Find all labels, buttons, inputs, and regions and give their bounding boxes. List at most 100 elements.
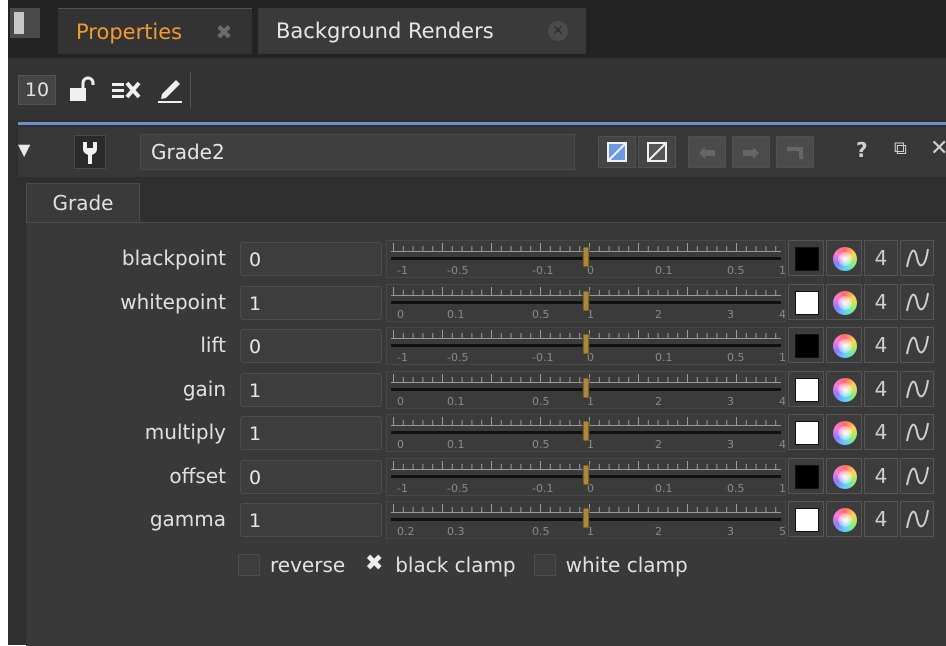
slider-tick-label: 0.1 (447, 308, 465, 321)
whitepoint-slider[interactable]: 0 0.1 0.5 1 2 3 4 (386, 284, 786, 322)
lift-slider[interactable]: -1 -0.5 -0.1 0 0.1 0.5 1 (386, 327, 786, 365)
slider-tick (579, 333, 581, 339)
slider-tick (598, 333, 600, 339)
slider-tick (598, 246, 600, 252)
slider-tick (432, 333, 434, 339)
pane-menu-icon[interactable] (10, 8, 40, 38)
slider-tick (628, 464, 630, 470)
max-panels-field[interactable]: 10 (18, 75, 56, 105)
node-name-field[interactable]: Grade2 (140, 134, 575, 170)
slider-tick (687, 287, 688, 296)
slider-tick (471, 420, 473, 426)
redo-button[interactable] (732, 136, 770, 168)
whitepoint-animation-button[interactable] (900, 284, 934, 320)
gamma-value-field[interactable]: 1 (240, 503, 382, 537)
tab-bar: Properties ✖ Background Renders ✕ (8, 0, 946, 58)
gamma-color-wheel-button[interactable] (826, 501, 862, 537)
whitepoint-color-swatch-button[interactable] (788, 284, 824, 320)
slider-tick (442, 287, 443, 296)
lift-color-swatch-button[interactable] (788, 327, 824, 363)
slider-tick (716, 246, 718, 252)
gain-color-swatch-button[interactable] (788, 371, 824, 407)
clamp-options: reverse ✖ black clamp white clamp (238, 553, 838, 583)
slider-tick (491, 243, 492, 252)
blackpoint-channels-button[interactable]: 4 (864, 240, 898, 276)
slider-tick (745, 377, 747, 383)
slider-tick-label: 3 (727, 308, 734, 321)
slider-tick (549, 507, 551, 513)
slider-tick (706, 333, 708, 339)
gamma-slider[interactable]: 0.2 0.3 0.5 1 2 3 5 (386, 501, 786, 539)
lock-icon[interactable] (66, 74, 96, 106)
tab-background-renders[interactable]: Background Renders ✕ (258, 8, 586, 54)
multiply-slider[interactable]: 0 0.1 0.5 1 2 3 4 (386, 414, 786, 452)
tab-properties[interactable]: Properties ✖ (58, 8, 252, 54)
gain-channels-button[interactable]: 4 (864, 371, 898, 407)
gamma-animation-button[interactable] (900, 501, 934, 537)
offset-slider[interactable]: -1 -0.5 -0.1 0 0.1 0.5 1 (386, 458, 786, 496)
float-panel-icon[interactable]: ⧉ (894, 138, 907, 159)
slider-tick-label: 0.1 (655, 351, 673, 364)
multiply-animation-button[interactable] (900, 414, 934, 450)
whitepoint-color-wheel-button[interactable] (826, 284, 862, 320)
undo-button[interactable] (688, 136, 726, 168)
slider-tick (736, 504, 737, 513)
blackpoint-slider[interactable]: -1 -0.5 -0.1 0 0.1 0.5 1 (386, 240, 786, 278)
slider-tick (608, 377, 610, 383)
color-wheel-icon (833, 334, 857, 358)
node-settings-button[interactable] (74, 135, 106, 169)
lift-value-field[interactable]: 0 (240, 329, 382, 363)
slider-tick (647, 420, 649, 426)
offset-channels-button[interactable]: 4 (864, 458, 898, 494)
lift-channels-button[interactable]: 4 (864, 327, 898, 363)
color-input-a-button[interactable] (598, 136, 636, 168)
clear-panels-icon[interactable] (110, 74, 142, 106)
whitepoint-channels-button[interactable]: 4 (864, 284, 898, 320)
tab-close-icon[interactable]: ✕ (548, 21, 568, 41)
gain-slider[interactable]: 0 0.1 0.5 1 2 3 4 (386, 371, 786, 409)
slider-tick-label: 1 (779, 351, 785, 364)
tab-close-icon[interactable]: ✖ (214, 22, 234, 42)
lift-animation-button[interactable] (900, 327, 934, 363)
whitepoint-value-field[interactable]: 1 (240, 286, 382, 320)
gain-color-wheel-button[interactable] (826, 371, 862, 407)
offset-animation-button[interactable] (900, 458, 934, 494)
slider-tick (667, 377, 669, 383)
slider-tick-label: 0 (397, 308, 404, 321)
edit-pencil-icon[interactable] (154, 74, 186, 106)
offset-value-field[interactable]: 0 (240, 460, 382, 494)
revert-button[interactable] (776, 136, 814, 168)
gain-animation-button[interactable] (900, 371, 934, 407)
blackpoint-value-field[interactable]: 0 (240, 242, 382, 276)
slider-tick (461, 333, 463, 339)
multiply-color-swatch-button[interactable] (788, 414, 824, 450)
slider-tick-label: -1 (397, 351, 408, 364)
offset-color-swatch-button[interactable] (788, 458, 824, 494)
gain-value-field[interactable]: 1 (240, 373, 382, 407)
slider-tick (579, 464, 581, 470)
help-icon[interactable]: ? (856, 138, 868, 162)
slider-handle (582, 290, 590, 312)
white-clamp-checkbox[interactable] (533, 554, 556, 576)
color-input-b-button[interactable] (638, 136, 676, 168)
collapse-arrow-icon[interactable]: ▼ (18, 140, 40, 162)
blackpoint-animation-button[interactable] (900, 240, 934, 276)
lift-color-wheel-button[interactable] (826, 327, 862, 363)
slider-tick (755, 377, 757, 383)
gamma-color-swatch-button[interactable] (788, 501, 824, 537)
slider-tick (520, 464, 522, 470)
black-clamp-checkbox[interactable]: ✖ (363, 553, 385, 576)
color-swatch-icon (795, 465, 819, 489)
gamma-channels-button[interactable]: 4 (864, 501, 898, 537)
blackpoint-color-swatch-button[interactable] (788, 240, 824, 276)
blackpoint-color-wheel-button[interactable] (826, 240, 862, 276)
multiply-value-field[interactable]: 1 (240, 416, 382, 450)
multiply-color-wheel-button[interactable] (826, 414, 862, 450)
properties-panel: Properties ✖ Background Renders ✕ 10 ▼ G… (8, 0, 946, 646)
offset-color-wheel-button[interactable] (826, 458, 862, 494)
slider-tick (736, 287, 737, 296)
tab-grade[interactable]: Grade (26, 183, 140, 223)
close-panel-icon[interactable]: ✕ (930, 136, 946, 161)
multiply-channels-button[interactable]: 4 (864, 414, 898, 450)
reverse-checkbox[interactable] (238, 554, 260, 576)
